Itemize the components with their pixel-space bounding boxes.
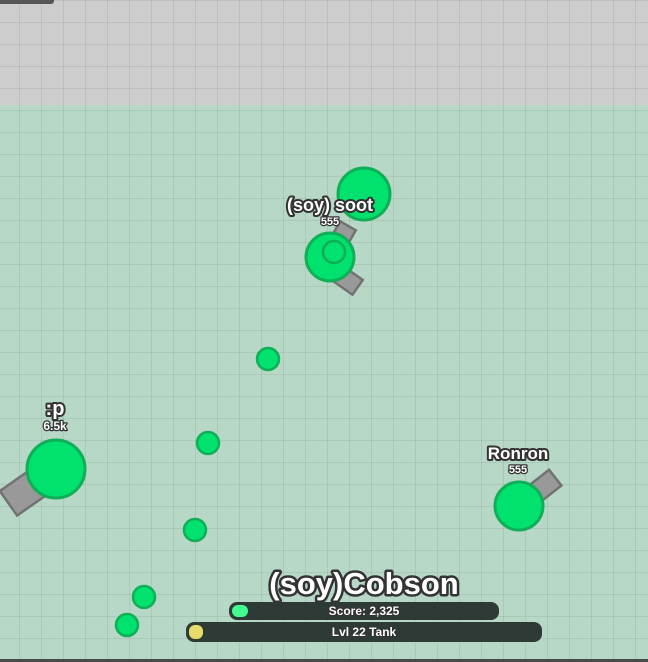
tank-name: (soy) soot	[287, 195, 373, 215]
tank-score: 6.5k	[43, 419, 67, 433]
bullet	[255, 346, 281, 372]
enemy-tank-soot[interactable]: (soy) soot 555	[285, 166, 392, 297]
bullet	[195, 430, 221, 456]
tank-body	[493, 480, 545, 532]
tank-score: 555	[321, 216, 339, 228]
tank-name: :p	[46, 398, 65, 420]
tank-body	[25, 438, 87, 500]
tank-score: 555	[509, 464, 527, 476]
bullet	[131, 584, 157, 610]
tank-name: Ronron	[488, 444, 548, 463]
game-world[interactable]: (soy) soot 555 :p 6.5k Ronron 555	[0, 0, 648, 662]
enemy-tank-p[interactable]: :p 6.5k	[0, 396, 87, 518]
enemy-tank-ronron[interactable]: Ronron 555	[486, 442, 564, 532]
bullet	[114, 612, 140, 638]
bullet	[182, 517, 208, 543]
tank-turret	[321, 239, 347, 265]
